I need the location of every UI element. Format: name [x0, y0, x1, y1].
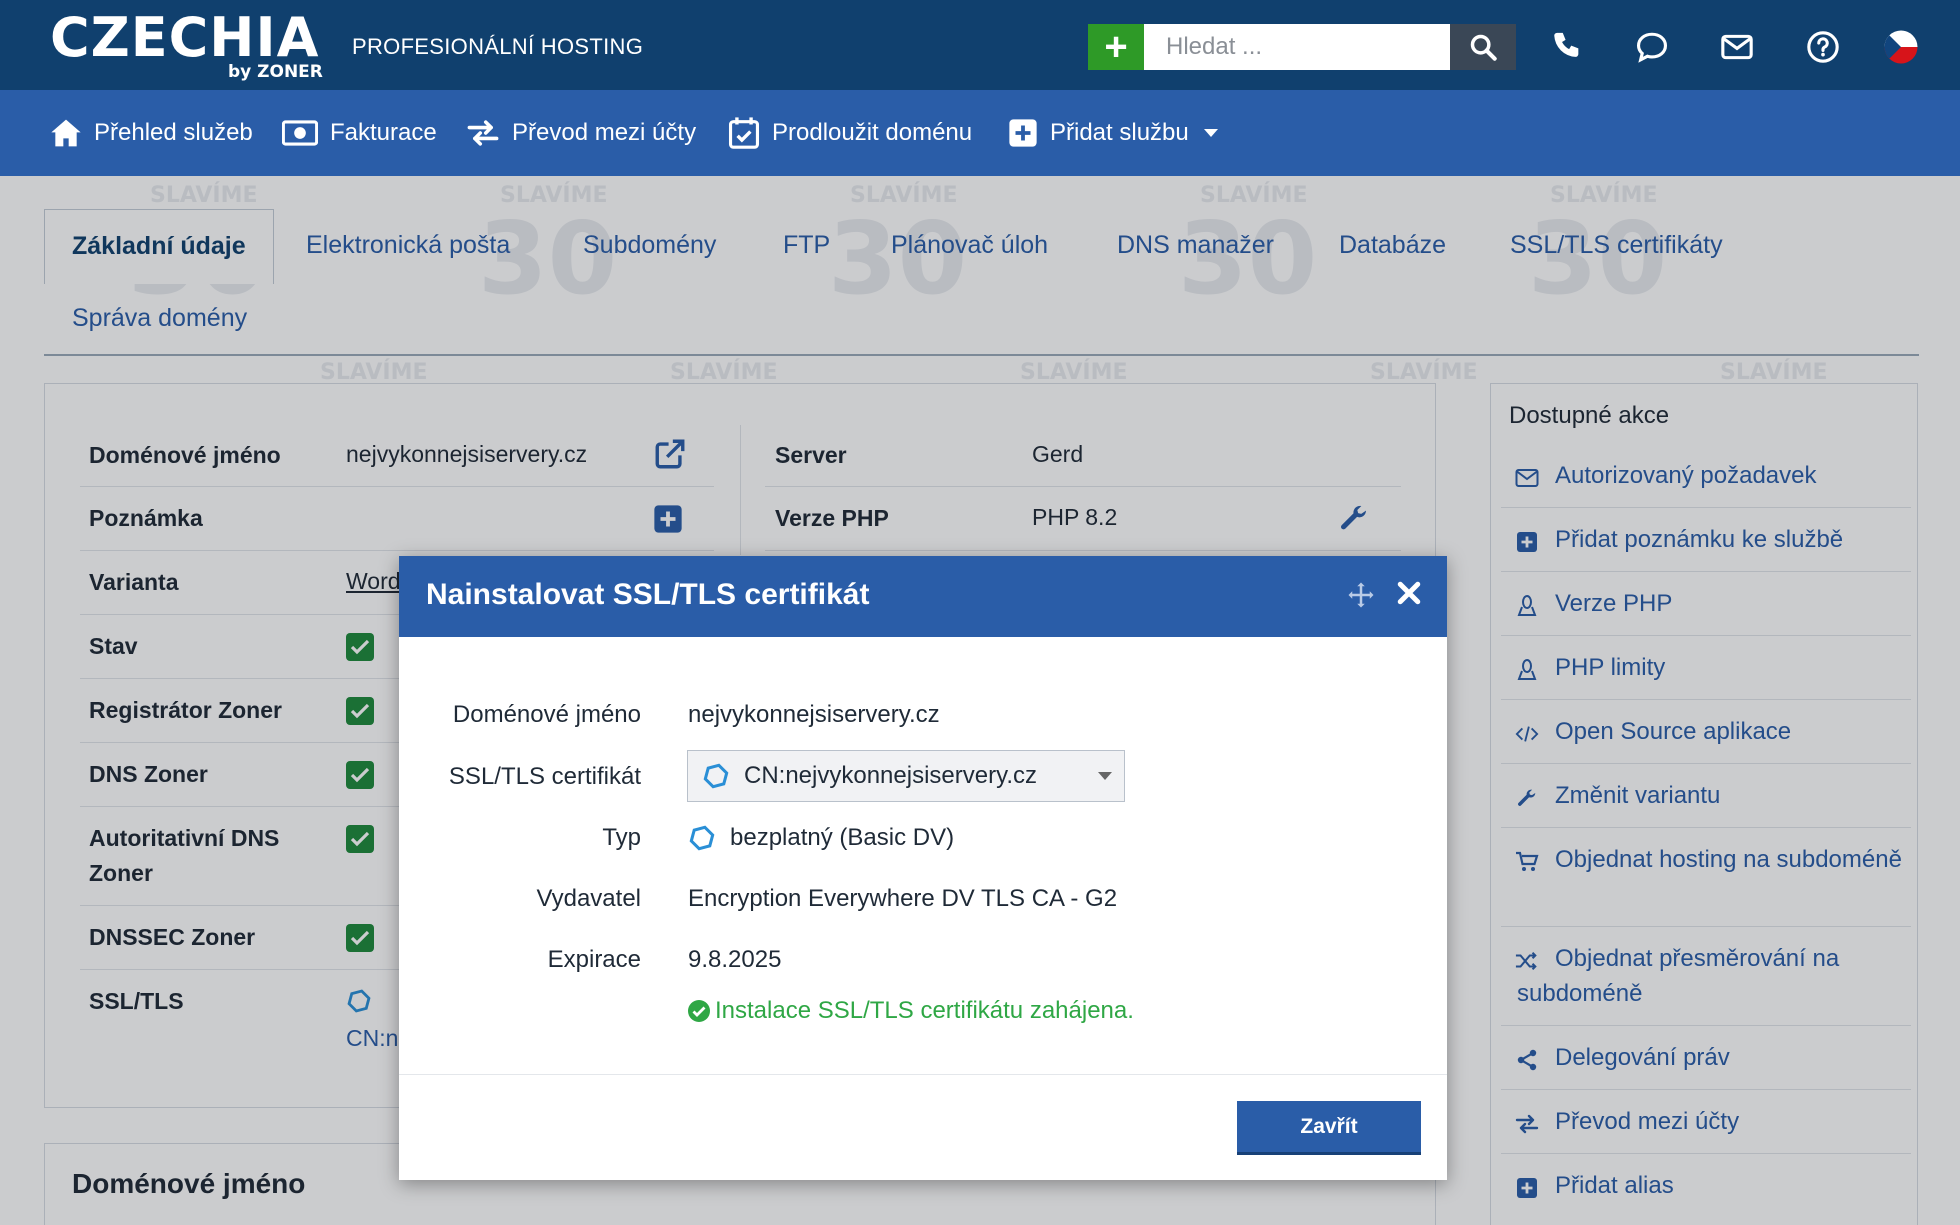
- nav-overview[interactable]: Přehled služeb: [50, 90, 253, 176]
- nav-add-service[interactable]: Přidat službu: [1008, 90, 1231, 176]
- certificate-select[interactable]: CN:nejvykonnejsiservery.cz: [687, 750, 1125, 802]
- dialog-divider: [399, 1074, 1447, 1075]
- issuer-value: Encryption Everywhere DV TLS CA - G2: [688, 885, 1118, 912]
- search-button[interactable]: [1450, 24, 1516, 70]
- top-bar: CZECHIA by ZONER PROFESIONÁLNÍ HOSTING +: [0, 0, 1960, 90]
- home-icon: [51, 119, 81, 147]
- chat-button[interactable]: [1631, 26, 1673, 68]
- chevron-down-icon: [1098, 772, 1112, 780]
- field-label: Expirace: [547, 946, 641, 973]
- expiry-value: 9.8.2025: [688, 946, 782, 973]
- type-value: bezplatný (Basic DV): [730, 824, 955, 851]
- add-button[interactable]: +: [1088, 24, 1144, 70]
- certificate-icon: [689, 825, 715, 851]
- close-icon[interactable]: [1394, 578, 1424, 608]
- phone-button[interactable]: [1546, 26, 1588, 68]
- plus-icon: +: [1104, 25, 1128, 69]
- main-nav: Přehled služeb Fakturace Převod mezi účt…: [0, 90, 1960, 176]
- nav-label: Převod mezi účty: [512, 119, 697, 146]
- help-icon: [1807, 31, 1839, 63]
- nav-renew-domain[interactable]: Prodloužit doménu: [728, 90, 972, 176]
- close-button[interactable]: Zavřít: [1237, 1101, 1421, 1155]
- czech-flag-icon: [1884, 30, 1918, 64]
- brand-subtitle: by ZONER: [228, 62, 323, 82]
- move-icon[interactable]: [1346, 580, 1376, 610]
- dialog-title: Nainstalovat SSL/TLS certifikát: [426, 578, 870, 611]
- transfer-icon: [467, 120, 499, 146]
- mail-icon: [1721, 34, 1753, 60]
- field-label: Vydavatel: [536, 885, 641, 912]
- field-label: Doménové jméno: [452, 701, 641, 728]
- plus-square-icon: [1009, 119, 1037, 147]
- brand-name: CZECHIA: [50, 6, 320, 69]
- brand-logo[interactable]: CZECHIA by ZONER: [50, 6, 323, 83]
- type-value-group: bezplatný (Basic DV): [688, 824, 954, 852]
- nav-label: Fakturace: [330, 119, 437, 146]
- check-circle-icon: [688, 1000, 710, 1022]
- nav-label: Prodloužit doménu: [772, 119, 973, 146]
- nav-billing[interactable]: Fakturace: [282, 90, 437, 176]
- nav-label: Přehled služeb: [94, 119, 253, 146]
- search-icon: [1470, 34, 1497, 61]
- field-label: SSL/TLS certifikát: [448, 763, 641, 790]
- success-text: Instalace SSL/TLS certifikátu zahájena.: [715, 997, 1134, 1024]
- money-icon: [282, 120, 318, 146]
- tagline: PROFESIONÁLNÍ HOSTING: [352, 34, 644, 59]
- success-message: Instalace SSL/TLS certifikátu zahájena.: [687, 997, 1134, 1025]
- phone-icon: [1554, 32, 1579, 57]
- chat-icon: [1636, 32, 1668, 63]
- help-button[interactable]: [1802, 26, 1844, 68]
- chevron-down-icon: [1203, 129, 1218, 137]
- calendar-check-icon: [728, 117, 760, 149]
- nav-transfer[interactable]: Převod mezi účty: [466, 90, 696, 176]
- field-label: Typ: [602, 824, 641, 851]
- search-input[interactable]: [1144, 24, 1450, 70]
- mail-button[interactable]: [1716, 26, 1758, 68]
- certificate-icon: [703, 763, 729, 789]
- domain-name-value: nejvykonnejsiservery.cz: [688, 701, 940, 728]
- certificate-select-value: CN:nejvykonnejsiservery.cz: [744, 762, 1037, 789]
- dialog-header: Nainstalovat SSL/TLS certifikát: [399, 556, 1447, 637]
- nav-label: Přidat službu: [1050, 119, 1189, 146]
- install-ssl-dialog: Nainstalovat SSL/TLS certifikát Doménové…: [399, 556, 1447, 1180]
- language-button[interactable]: [1880, 26, 1922, 68]
